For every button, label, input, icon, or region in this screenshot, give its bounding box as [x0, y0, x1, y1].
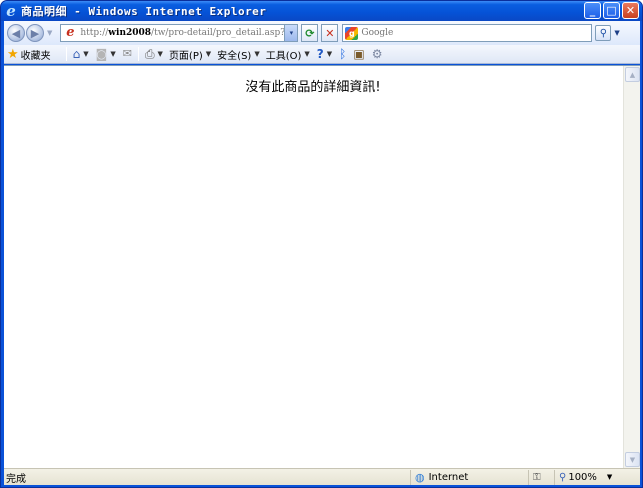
url-host: win2008: [108, 28, 152, 38]
zoom-label: 100%: [568, 471, 597, 483]
forward-button[interactable]: ▶: [26, 24, 44, 42]
no-product-message: 沒有此商品的詳細資訊!: [245, 80, 381, 95]
back-arrow-icon: ◀: [11, 26, 21, 40]
safety-menu-dropdown[interactable]: ▼: [254, 50, 259, 58]
refresh-button[interactable]: ⟳: [301, 24, 319, 42]
chevron-down-icon: ▼: [629, 455, 636, 464]
status-bar: 完成 ◍ Internet ⚿ ⚲ 100% ▼: [4, 468, 640, 485]
gear-icon[interactable]: ⚙: [372, 47, 383, 61]
maximize-icon: □: [606, 4, 617, 17]
window-controls: _ □ ✕: [584, 2, 639, 19]
home-button[interactable]: ⌂: [73, 47, 81, 61]
close-button[interactable]: ✕: [622, 2, 639, 19]
feeds-dropdown[interactable]: ▼: [110, 50, 115, 58]
favorites-star-icon: ★: [7, 46, 19, 62]
title-bar: e 商品明细 - Windows Internet Explorer _ □ ✕: [1, 1, 642, 21]
lock-icon: ⚿: [533, 471, 541, 483]
stop-button[interactable]: ✕: [321, 24, 339, 42]
page-menu[interactable]: 页面(P): [169, 47, 203, 62]
feeds-button[interactable]: ◙: [96, 47, 108, 61]
chevron-up-icon: ▲: [629, 70, 636, 79]
maximize-button[interactable]: □: [603, 2, 620, 19]
command-bar: ★ 收藏夹 ⌂ ▼ ◙ ▼ ✉ ⎙ ▼ 页面(P) ▼ 安全(S) ▼ 工具(O…: [4, 45, 640, 64]
zoom-button[interactable]: ⚲ 100% ▼: [554, 469, 640, 485]
search-button[interactable]: ⚲: [595, 25, 612, 41]
help-button[interactable]: ?: [317, 47, 324, 61]
mail-button[interactable]: ✉: [123, 47, 132, 61]
magnifier-icon: ⚲: [599, 27, 608, 39]
url-prefix: http://: [80, 28, 109, 38]
tools-menu[interactable]: 工具(O): [266, 47, 302, 62]
magnifier-icon: ⚲: [559, 471, 567, 483]
globe-icon: ◍: [415, 470, 425, 484]
chevron-down-icon: ▾: [289, 29, 294, 37]
help-dropdown[interactable]: ▼: [327, 50, 332, 58]
scroll-down-button[interactable]: ▼: [625, 452, 640, 467]
google-icon: g: [345, 26, 359, 40]
navigation-bar: ◀ ▶ ▼ e http://win2008/tw/pro-detail/pro…: [4, 21, 640, 45]
vertical-scrollbar[interactable]: ▲ ▼: [623, 66, 640, 468]
refresh-icon: ⟳: [305, 26, 315, 40]
zone-label: Internet: [428, 471, 469, 483]
research-icon[interactable]: ▣: [353, 47, 364, 61]
ie-logo-icon: e: [6, 2, 16, 20]
status-text: 完成: [6, 473, 26, 485]
address-input[interactable]: http://win2008/tw/pro-detail/pro_detail.…: [80, 28, 288, 38]
ie-window: e 商品明细 - Windows Internet Explorer _ □ ✕…: [0, 0, 643, 488]
safety-menu[interactable]: 安全(S): [217, 47, 251, 62]
window-title: 商品明细 - Windows Internet Explorer: [21, 5, 267, 18]
forward-arrow-icon: ▶: [30, 26, 40, 40]
scroll-up-button[interactable]: ▲: [625, 67, 640, 82]
home-dropdown[interactable]: ▼: [83, 50, 88, 58]
security-zone[interactable]: ◍ Internet: [410, 469, 528, 485]
close-icon: ✕: [625, 4, 636, 17]
tools-menu-dropdown[interactable]: ▼: [304, 50, 309, 58]
toolbar-separator: [65, 47, 67, 61]
print-dropdown[interactable]: ▼: [158, 50, 163, 58]
zoom-dropdown[interactable]: ▼: [607, 473, 612, 481]
search-options-dropdown[interactable]: ▼: [614, 29, 619, 37]
stop-icon: ✕: [325, 26, 335, 40]
search-box[interactable]: g: [342, 24, 593, 42]
print-button[interactable]: ⎙: [145, 47, 155, 61]
address-dropdown-button[interactable]: ▾: [284, 25, 298, 41]
address-bar[interactable]: e http://win2008/tw/pro-detail/pro_detai…: [60, 24, 299, 42]
protected-mode-button[interactable]: ⚿: [528, 469, 554, 485]
favorites-button[interactable]: 收藏夹: [21, 47, 51, 62]
search-input[interactable]: [361, 26, 588, 40]
page-viewport: 沒有此商品的詳細資訊! ▲ ▼: [4, 65, 640, 468]
minimize-button[interactable]: _: [584, 2, 601, 19]
bluetooth-icon[interactable]: ᛒ: [339, 47, 346, 61]
page-icon: e: [66, 25, 75, 40]
toolbar-separator: [137, 47, 139, 61]
url-path: /tw/pro-detail/pro_detail.asp?Cur: [151, 28, 289, 38]
minimize-icon: _: [589, 4, 596, 17]
recent-pages-dropdown[interactable]: ▼: [47, 29, 52, 37]
page-menu-dropdown[interactable]: ▼: [206, 50, 211, 58]
back-button[interactable]: ◀: [7, 24, 25, 42]
